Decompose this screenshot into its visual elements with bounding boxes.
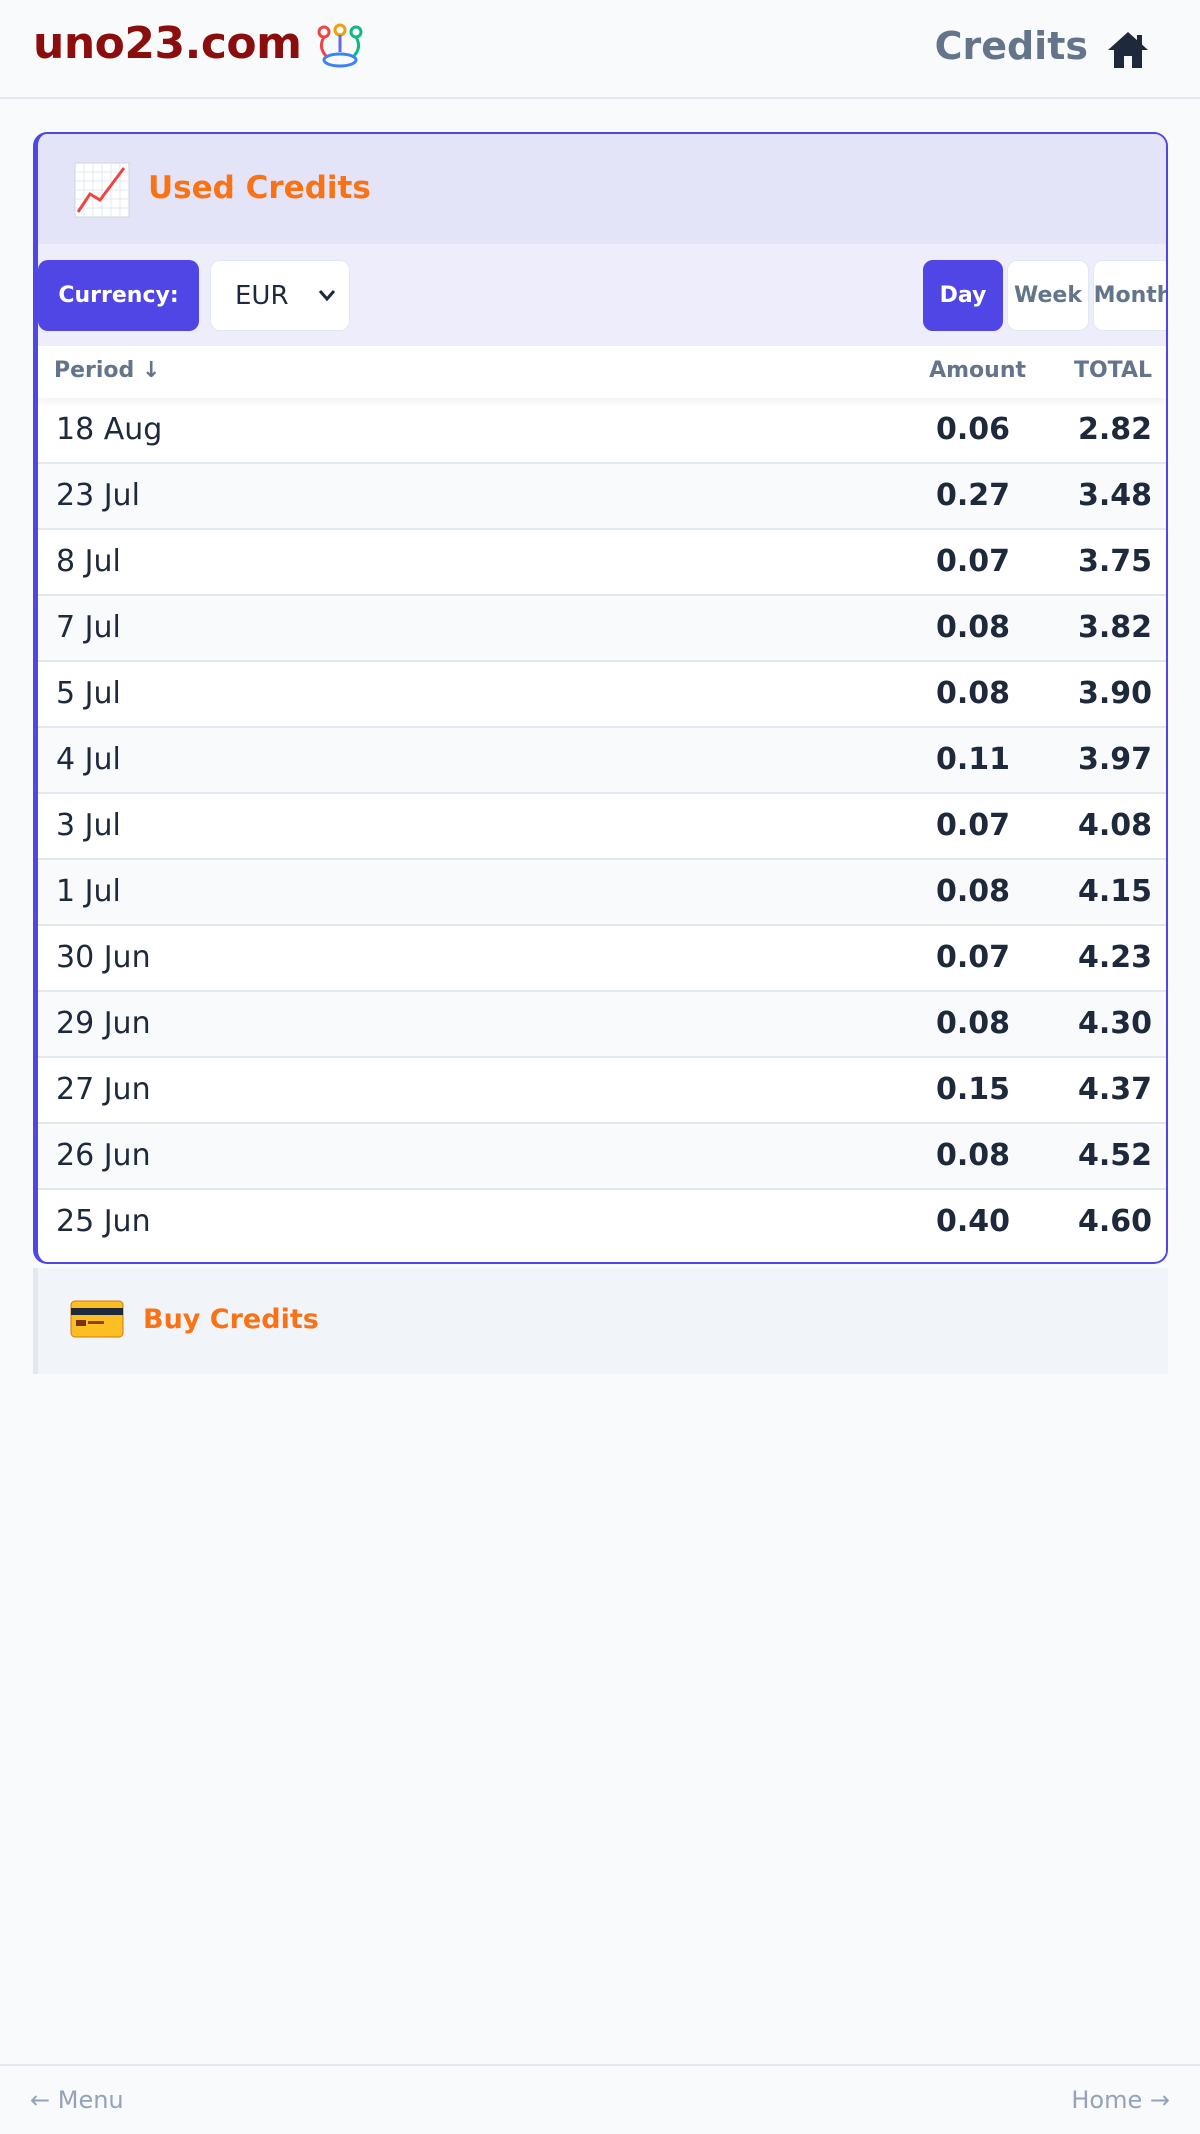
- row-amount: 0.11: [935, 742, 1010, 777]
- row-total: 4.30: [1077, 1006, 1152, 1041]
- row-period: 30 Jun: [56, 940, 151, 975]
- row-period: 5 Jul: [56, 676, 121, 711]
- page-title: Credits: [934, 24, 1088, 68]
- row-total: 4.60: [1077, 1204, 1152, 1239]
- table-row: 3 Jul 0.07 4.08: [38, 794, 1166, 860]
- buy-credits-panel[interactable]: Buy Credits: [33, 1268, 1168, 1374]
- period-column-header[interactable]: Period ↓: [54, 358, 160, 383]
- row-amount: 0.15: [935, 1072, 1010, 1107]
- row-period: 8 Jul: [56, 544, 121, 579]
- row-amount: 0.08: [935, 1138, 1010, 1173]
- row-amount: 0.07: [935, 544, 1010, 579]
- table-row: 26 Jun 0.08 4.52: [38, 1124, 1166, 1190]
- menu-link[interactable]: ← Menu: [30, 2086, 124, 2114]
- row-period: 26 Jun: [56, 1138, 151, 1173]
- row-period: 3 Jul: [56, 808, 121, 843]
- table-header: Period ↓ Amount TOTAL: [38, 346, 1166, 398]
- period-week-button[interactable]: Week: [1007, 260, 1089, 331]
- row-amount: 0.06: [935, 412, 1010, 447]
- row-total: 2.82: [1077, 412, 1152, 447]
- row-amount: 0.07: [935, 940, 1010, 975]
- total-column-header: TOTAL: [1073, 358, 1152, 383]
- row-period: 25 Jun: [56, 1204, 151, 1239]
- row-total: 4.23: [1077, 940, 1152, 975]
- table-row: 4 Jul 0.11 3.97: [38, 728, 1166, 794]
- site-name-link[interactable]: uno23.com: [33, 18, 302, 69]
- chart-increasing-icon: [74, 162, 130, 218]
- chevron-down-icon: [315, 283, 339, 307]
- used-credits-card: Used Credits Currency: EUR Day Week Mont…: [33, 132, 1168, 1264]
- row-period: 7 Jul: [56, 610, 121, 645]
- row-period: 23 Jul: [56, 478, 140, 513]
- row-amount: 0.27: [935, 478, 1010, 513]
- row-total: 3.75: [1077, 544, 1152, 579]
- period-month-button[interactable]: Month: [1093, 260, 1166, 331]
- row-total: 4.08: [1077, 808, 1152, 843]
- buy-credits-label: Buy Credits: [143, 1304, 319, 1335]
- table-row: 23 Jul 0.27 3.48: [38, 464, 1166, 530]
- row-total: 4.15: [1077, 874, 1152, 909]
- row-amount: 0.08: [935, 1006, 1010, 1041]
- table-row: 29 Jun 0.08 4.30: [38, 992, 1166, 1058]
- table-row: 5 Jul 0.08 3.90: [38, 662, 1166, 728]
- table-row: 18 Aug 0.06 2.82: [38, 398, 1166, 464]
- table-row: 8 Jul 0.07 3.75: [38, 530, 1166, 596]
- amount-column-header: Amount: [929, 358, 1026, 383]
- row-period: 27 Jun: [56, 1072, 151, 1107]
- row-period: 4 Jul: [56, 742, 121, 777]
- table-row: 1 Jul 0.08 4.15: [38, 860, 1166, 926]
- row-total: 3.97: [1077, 742, 1152, 777]
- row-total: 3.82: [1077, 610, 1152, 645]
- row-amount: 0.08: [935, 676, 1010, 711]
- table-row: 27 Jun 0.15 4.37: [38, 1058, 1166, 1124]
- used-credits-title: Used Credits: [148, 170, 371, 206]
- used-credits-header[interactable]: Used Credits: [38, 134, 1166, 244]
- row-amount: 0.07: [935, 808, 1010, 843]
- row-total: 3.48: [1077, 478, 1152, 513]
- row-amount: 0.08: [935, 874, 1010, 909]
- table-row: 25 Jun 0.40 4.60: [38, 1190, 1166, 1256]
- home-link[interactable]: Home →: [1071, 2086, 1170, 2114]
- credit-card-icon: [70, 1300, 124, 1338]
- row-amount: 0.40: [935, 1204, 1010, 1239]
- row-total: 4.52: [1077, 1138, 1152, 1173]
- people-ring-icon: [310, 22, 370, 72]
- filter-controls: Currency: EUR Day Week Month: [38, 244, 1166, 346]
- currency-select-value: EUR: [235, 280, 289, 311]
- currency-label: Currency:: [38, 260, 199, 331]
- period-day-button[interactable]: Day: [923, 260, 1003, 331]
- table-row: 30 Jun 0.07 4.23: [38, 926, 1166, 992]
- top-bar: uno23.com Credits: [0, 0, 1200, 99]
- row-amount: 0.08: [935, 610, 1010, 645]
- footer-nav: ← Menu Home →: [0, 2064, 1200, 2134]
- row-total: 4.37: [1077, 1072, 1152, 1107]
- row-period: 18 Aug: [56, 412, 163, 447]
- row-total: 3.90: [1077, 676, 1152, 711]
- table-row: 7 Jul 0.08 3.82: [38, 596, 1166, 662]
- credits-table-body: 18 Aug 0.06 2.82 23 Jul 0.27 3.48 8 Jul 0.07 3…: [38, 398, 1166, 1256]
- row-period: 29 Jun: [56, 1006, 151, 1041]
- currency-select[interactable]: EUR: [210, 260, 350, 331]
- row-period: 1 Jul: [56, 874, 121, 909]
- home-icon[interactable]: [1104, 26, 1152, 74]
